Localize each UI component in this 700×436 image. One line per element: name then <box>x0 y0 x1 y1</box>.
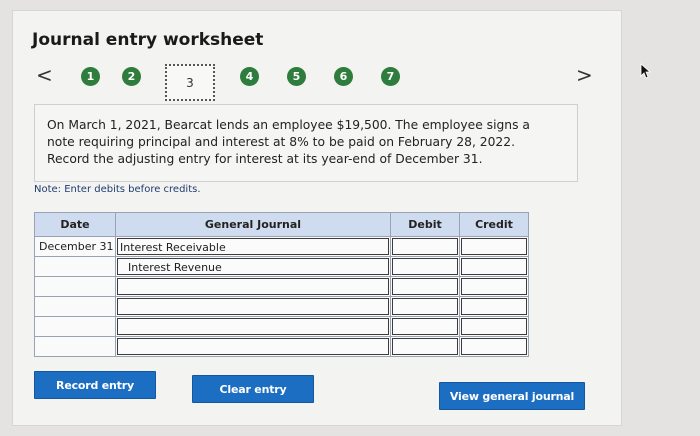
mouse-cursor-icon <box>640 63 652 79</box>
table-row: December 31 Interest Receivable <box>34 236 529 257</box>
date-value <box>35 260 39 273</box>
step-3-current[interactable]: 3 <box>165 64 215 101</box>
debit-cell[interactable] <box>390 316 460 337</box>
debit-cell[interactable] <box>390 256 460 277</box>
debit-input[interactable] <box>392 338 458 355</box>
date-value <box>35 280 39 293</box>
account-cell[interactable] <box>115 316 391 337</box>
clear-entry-button[interactable]: Clear entry <box>192 375 314 403</box>
credit-cell[interactable] <box>459 316 529 337</box>
next-arrow-icon[interactable]: > <box>576 63 593 87</box>
journal-table: Date General Journal Debit Credit Decemb… <box>34 212 529 357</box>
step-1[interactable]: 1 <box>81 67 100 86</box>
step-5[interactable]: 5 <box>287 67 306 86</box>
credit-input[interactable] <box>461 258 527 275</box>
date-cell[interactable] <box>34 276 116 297</box>
account-cell[interactable]: Interest Receivable <box>115 236 391 257</box>
debit-input[interactable] <box>392 258 458 275</box>
credit-cell[interactable] <box>459 296 529 317</box>
credit-cell[interactable] <box>459 256 529 277</box>
note-text: Note: Enter debits before credits. <box>34 184 201 195</box>
view-general-journal-button[interactable]: View general journal <box>439 382 585 410</box>
debit-cell[interactable] <box>390 236 460 257</box>
debit-cell[interactable] <box>390 296 460 317</box>
general-journal-header: General Journal <box>115 212 391 237</box>
account-cell[interactable] <box>115 296 391 317</box>
account-input[interactable] <box>117 298 389 315</box>
account-cell[interactable] <box>115 336 391 357</box>
account-input[interactable] <box>117 278 389 295</box>
credit-cell[interactable] <box>459 276 529 297</box>
date-value <box>35 320 39 333</box>
debit-input[interactable] <box>392 278 458 295</box>
credit-cell[interactable] <box>459 336 529 357</box>
credit-cell[interactable] <box>459 236 529 257</box>
question-line: Record the adjusting entry for interest … <box>47 152 483 166</box>
question-box: On March 1, 2021, Bearcat lends an emplo… <box>34 104 578 182</box>
date-value <box>35 340 39 353</box>
account-input[interactable]: Interest Receivable <box>117 238 389 255</box>
table-row <box>34 296 529 317</box>
credit-input[interactable] <box>461 338 527 355</box>
credit-input[interactable] <box>461 318 527 335</box>
credit-header: Credit <box>459 212 529 237</box>
account-input[interactable]: Interest Revenue <box>117 258 389 275</box>
credit-input[interactable] <box>461 278 527 295</box>
credit-input[interactable] <box>461 238 527 255</box>
prev-arrow-icon[interactable]: < <box>36 63 53 87</box>
debit-input[interactable] <box>392 298 458 315</box>
question-line: note requiring principal and interest at… <box>47 135 515 149</box>
date-cell[interactable] <box>34 296 116 317</box>
question-line: On March 1, 2021, Bearcat lends an emplo… <box>47 118 530 132</box>
date-cell[interactable]: December 31 <box>34 236 116 257</box>
journal-header-row: Date General Journal Debit Credit <box>34 212 529 237</box>
date-value <box>35 300 39 313</box>
table-row <box>34 336 529 357</box>
step-2[interactable]: 2 <box>122 67 141 86</box>
debit-header: Debit <box>390 212 460 237</box>
debit-input[interactable] <box>392 318 458 335</box>
table-row: Interest Revenue <box>34 256 529 277</box>
debit-cell[interactable] <box>390 276 460 297</box>
account-cell[interactable] <box>115 276 391 297</box>
date-header: Date <box>34 212 116 237</box>
account-input[interactable] <box>117 338 389 355</box>
debit-cell[interactable] <box>390 336 460 357</box>
account-cell[interactable]: Interest Revenue <box>115 256 391 277</box>
page-title: Journal entry worksheet <box>32 30 264 50</box>
date-cell[interactable] <box>34 316 116 337</box>
date-value: December 31 <box>39 240 114 253</box>
step-6[interactable]: 6 <box>334 67 353 86</box>
step-7[interactable]: 7 <box>381 67 400 86</box>
step-4[interactable]: 4 <box>240 67 259 86</box>
table-row <box>34 276 529 297</box>
table-row <box>34 316 529 337</box>
date-cell[interactable] <box>34 256 116 277</box>
date-cell[interactable] <box>34 336 116 357</box>
account-input[interactable] <box>117 318 389 335</box>
credit-input[interactable] <box>461 298 527 315</box>
debit-input[interactable] <box>392 238 458 255</box>
record-entry-button[interactable]: Record entry <box>34 371 156 399</box>
